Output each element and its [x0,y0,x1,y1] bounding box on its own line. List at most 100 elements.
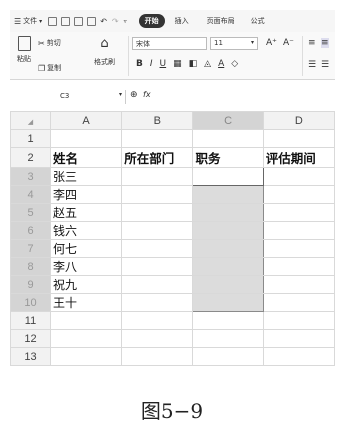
selected-cell[interactable] [192,257,264,276]
cell[interactable] [49,329,123,348]
row-header[interactable]: 5 [10,203,51,222]
cell[interactable] [192,129,264,148]
cell[interactable] [262,167,335,186]
cell[interactable] [121,257,194,276]
cell[interactable] [262,129,335,148]
row-header[interactable]: 10 [10,293,51,312]
cell[interactable] [121,275,194,294]
export-icon[interactable] [61,16,71,26]
row-header[interactable]: 9 [10,275,51,294]
cell[interactable]: 姓名 [49,147,123,168]
fx-button[interactable]: fx [143,90,151,99]
cell[interactable]: 所在部门 [121,147,194,168]
cell-style-icon[interactable]: ◧ [189,59,198,69]
selected-cell[interactable] [192,293,264,312]
cell[interactable]: 祝九 [49,275,123,294]
underline-button[interactable]: U [160,59,167,69]
align-center-icon[interactable]: ☰ [321,60,329,70]
format-painter-button[interactable]: ⌂ 格式刷 [94,36,115,67]
cell[interactable] [262,347,335,366]
cell[interactable] [262,221,335,240]
tab-insert[interactable]: 插入 [173,16,191,26]
shrink-font-button[interactable]: A⁻ [283,38,294,48]
cell[interactable] [49,347,123,366]
cell[interactable] [121,239,194,258]
cell[interactable] [121,221,194,240]
row-header[interactable]: 1 [10,129,51,148]
tab-page-layout[interactable]: 页面布局 [205,16,237,26]
selected-cell[interactable] [192,239,264,258]
clear-format-icon[interactable]: ◇ [231,59,238,69]
cell[interactable]: 何七 [49,239,123,258]
cell[interactable] [262,257,335,276]
selected-cell[interactable] [192,275,264,294]
column-header-c[interactable]: C [192,111,264,130]
active-cell[interactable] [192,167,264,186]
cell[interactable] [49,311,123,330]
tab-formulas[interactable]: 公式 [249,16,267,26]
tab-home[interactable]: 开始 [138,14,165,28]
font-size-select[interactable]: 11 ▾ [210,37,258,50]
row-header[interactable]: 7 [10,239,51,258]
row-header[interactable]: 6 [10,221,51,240]
copy-button[interactable]: ❐ 复制 [38,63,61,73]
cell[interactable]: 王十 [49,293,123,312]
cell[interactable] [262,311,335,330]
font-name-select[interactable]: 宋体 [132,37,207,50]
grow-font-button[interactable]: A⁺ [266,38,277,48]
file-menu[interactable]: ☰ 文件 ▾ [14,16,42,26]
cell[interactable] [121,185,194,204]
customize-icon[interactable]: ▿ [124,18,127,25]
name-box[interactable]: C3 ▾ [14,90,126,104]
fill-color-icon[interactable]: ◬ [204,59,211,69]
align-left-icon[interactable]: ☰ [308,60,316,70]
cell[interactable] [192,311,264,330]
save-icon[interactable] [48,16,58,26]
cell[interactable]: 张三 [49,167,123,186]
print-icon[interactable] [74,16,84,26]
cell[interactable] [262,185,335,204]
row-header[interactable]: 8 [10,257,51,276]
row-header[interactable]: 3 [10,167,51,186]
cell[interactable] [49,129,123,148]
cell[interactable] [121,167,194,186]
cell[interactable] [192,347,264,366]
row-header[interactable]: 12 [10,329,51,348]
row-header[interactable]: 2 [10,147,51,168]
worksheet-grid[interactable]: ◢ A B C D 1 2 姓名 所在部门 职务 评估期间 3 张三 4 李四 … [10,111,335,366]
borders-icon[interactable]: ▦ [173,59,182,69]
selected-cell[interactable] [192,221,264,240]
row-header[interactable]: 13 [10,347,51,366]
selected-cell[interactable] [192,203,264,222]
cell[interactable] [262,275,335,294]
cell[interactable] [121,203,194,222]
cell[interactable] [121,293,194,312]
selected-cell[interactable] [192,185,264,204]
bold-button[interactable]: B [136,59,143,69]
cell[interactable] [121,329,194,348]
select-all-corner[interactable]: ◢ [10,111,51,130]
align-middle-icon[interactable]: ≡ [321,38,329,48]
column-header-b[interactable]: B [121,111,194,130]
redo-icon[interactable]: ↷ [112,17,119,26]
cell[interactable] [262,329,335,348]
paste-button[interactable]: 粘贴 [14,36,34,64]
cell[interactable]: 评估期间 [262,147,335,168]
formula-input[interactable] [160,90,330,103]
cell[interactable]: 钱六 [49,221,123,240]
cell[interactable] [121,129,194,148]
cell[interactable] [262,203,335,222]
column-header-a[interactable]: A [49,111,123,130]
column-header-d[interactable]: D [262,111,335,130]
row-header[interactable]: 11 [10,311,51,330]
zoom-icon[interactable]: ⊕ [130,90,138,100]
font-color-icon[interactable]: A [218,59,224,69]
preview-icon[interactable] [87,16,97,26]
cell[interactable] [262,293,335,312]
undo-icon[interactable]: ↶ [100,17,107,26]
italic-button[interactable]: I [150,59,153,69]
cell[interactable] [121,311,194,330]
cell[interactable]: 李四 [49,185,123,204]
row-header[interactable]: 4 [10,185,51,204]
cell[interactable]: 赵五 [49,203,123,222]
